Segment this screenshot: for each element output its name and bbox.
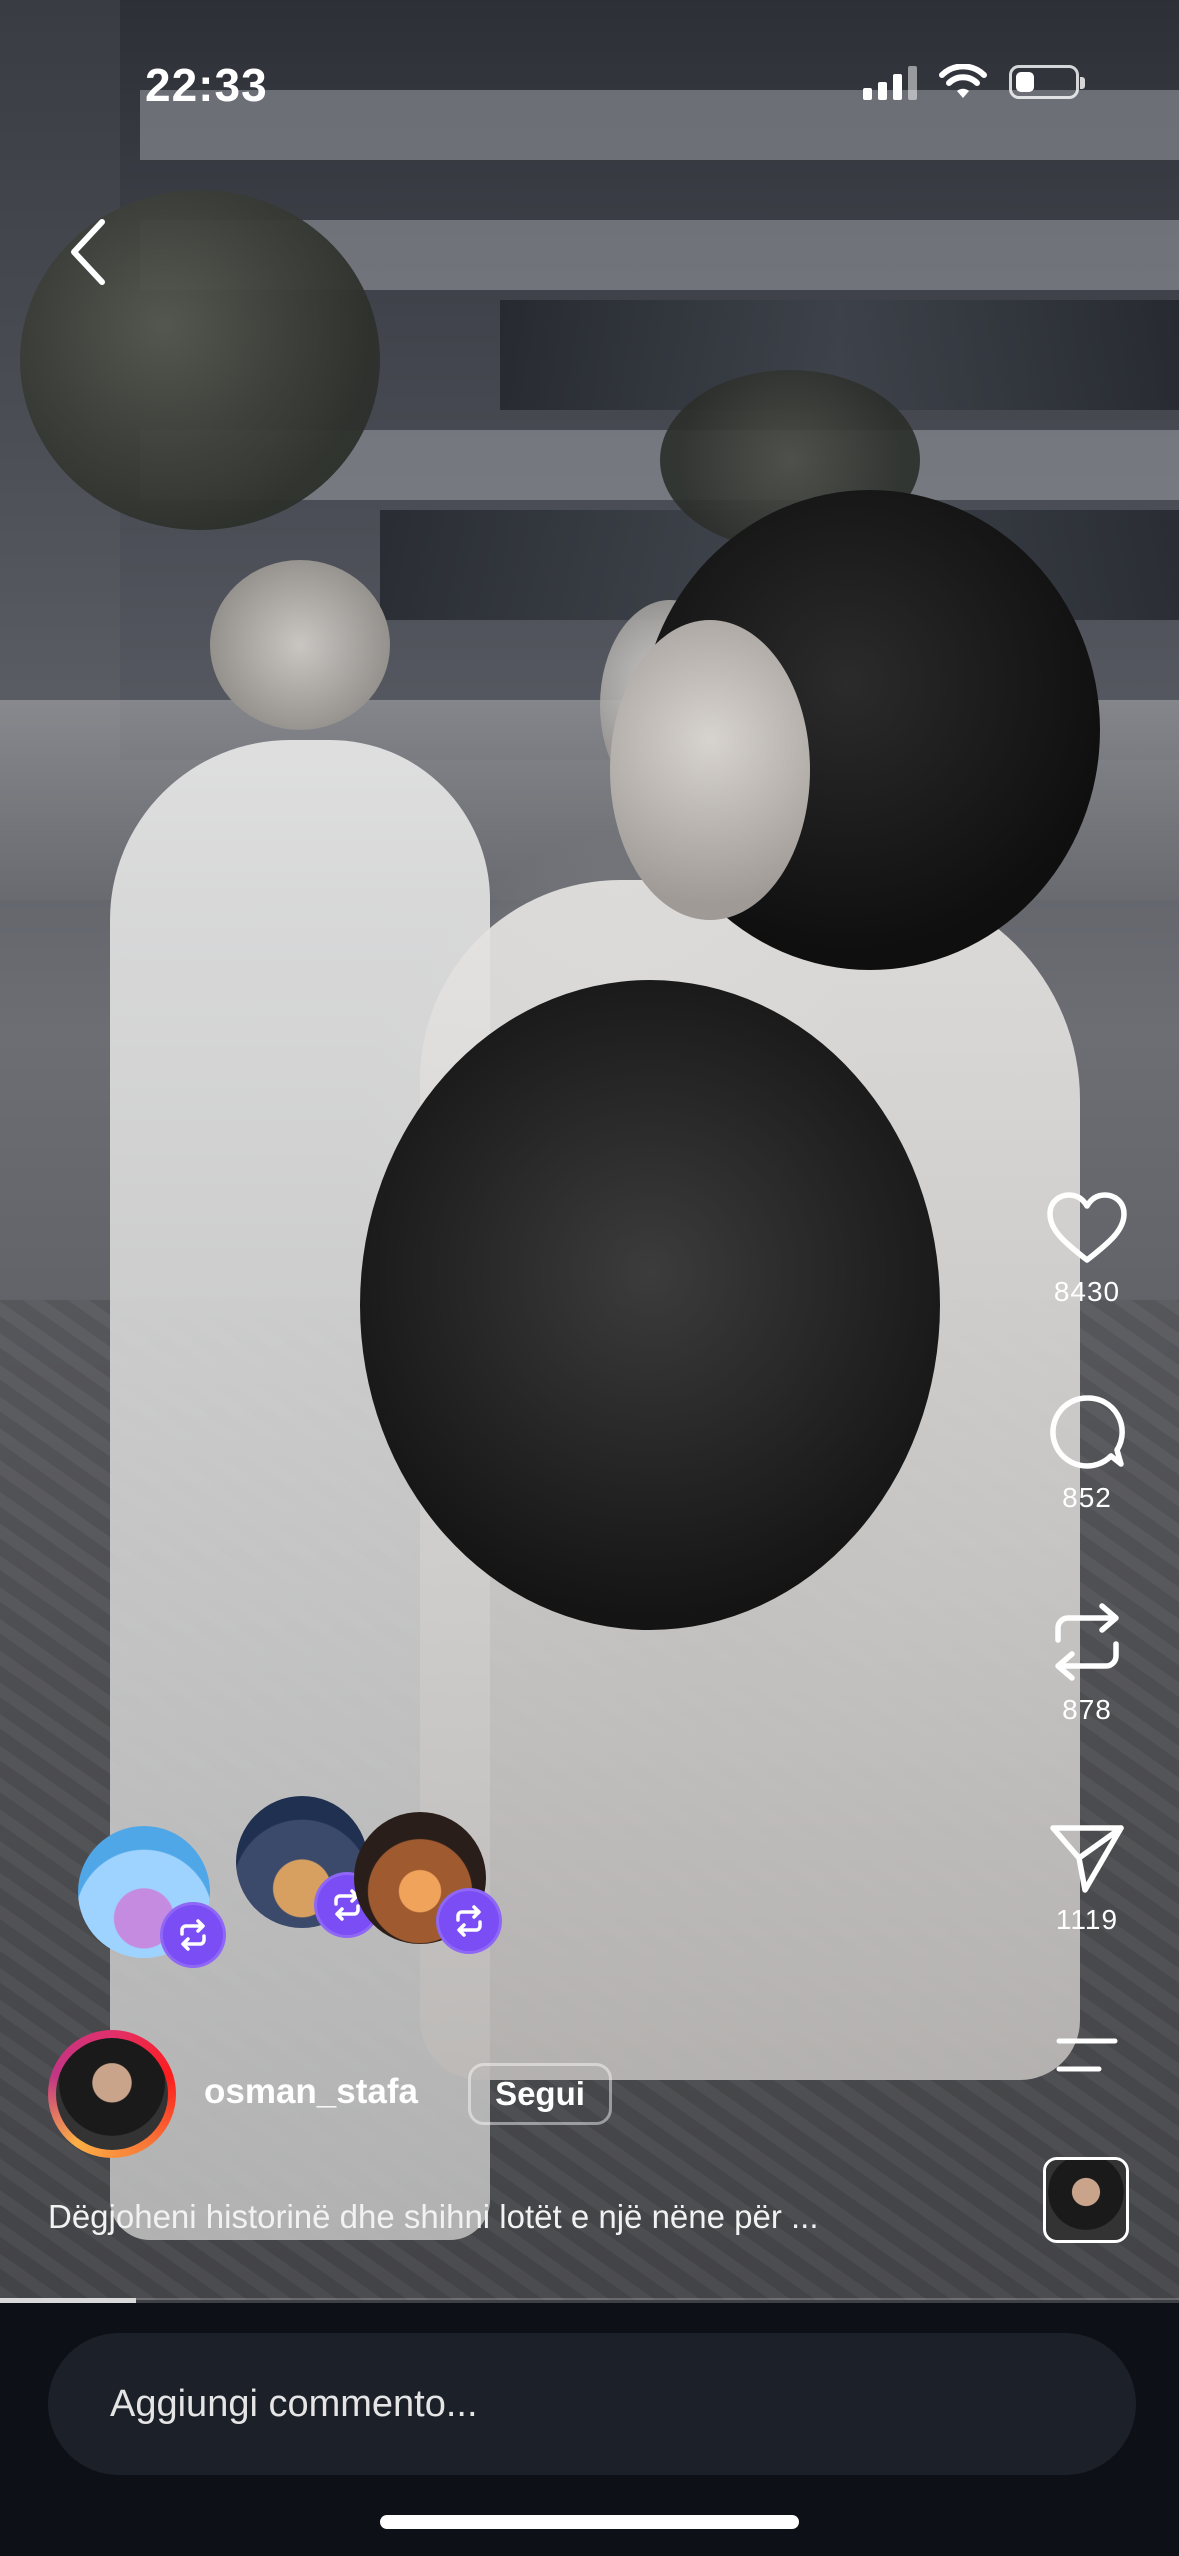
video-progress-fill xyxy=(0,2298,136,2303)
like-action[interactable]: 8430 xyxy=(1027,1190,1147,1308)
share-action[interactable]: 1119 xyxy=(1027,1820,1147,1936)
comment-input-container[interactable] xyxy=(48,2333,1136,2475)
more-action[interactable] xyxy=(1027,2035,1147,2075)
building-floor-band xyxy=(140,90,1179,160)
repost-badge-icon xyxy=(160,1902,226,1968)
follow-button[interactable]: Segui xyxy=(468,2063,612,2125)
comment-bubble-icon[interactable] xyxy=(1047,1392,1127,1472)
author-avatar[interactable] xyxy=(48,2030,176,2158)
repost-action[interactable]: 878 xyxy=(1027,1600,1147,1726)
like-count: 8430 xyxy=(1053,1276,1121,1307)
wifi-icon xyxy=(939,64,987,98)
author-username[interactable]: osman_stafa xyxy=(204,2072,418,2112)
repost-icon[interactable] xyxy=(1048,1600,1126,1684)
battery-level xyxy=(1016,72,1034,92)
repost-count: 878 xyxy=(1062,1694,1112,1725)
person-head xyxy=(210,560,390,730)
video-progress-bar[interactable] xyxy=(0,2298,1179,2303)
battery-icon xyxy=(1009,65,1085,99)
comment-action[interactable]: 852 xyxy=(1027,1392,1147,1514)
share-count: 1119 xyxy=(1055,1904,1119,1935)
heart-icon[interactable] xyxy=(1044,1190,1130,1266)
comment-input[interactable] xyxy=(108,2381,1012,2427)
audio-thumbnail[interactable] xyxy=(1043,2157,1129,2243)
home-indicator[interactable] xyxy=(380,2515,799,2529)
status-time: 22:33 xyxy=(145,59,268,111)
send-icon[interactable] xyxy=(1047,1820,1127,1894)
more-menu-icon[interactable] xyxy=(1055,2035,1119,2075)
child-head xyxy=(360,980,940,1630)
cellular-signal-icon xyxy=(863,64,917,100)
status-icons xyxy=(863,64,1085,100)
woman-face xyxy=(610,620,810,920)
comment-count: 852 xyxy=(1062,1482,1112,1513)
back-chevron-icon[interactable] xyxy=(62,216,116,288)
repost-badge-icon xyxy=(436,1888,502,1954)
post-caption[interactable]: Dëgjoheni historinë dhe shihni lotët e n… xyxy=(48,2198,819,2236)
